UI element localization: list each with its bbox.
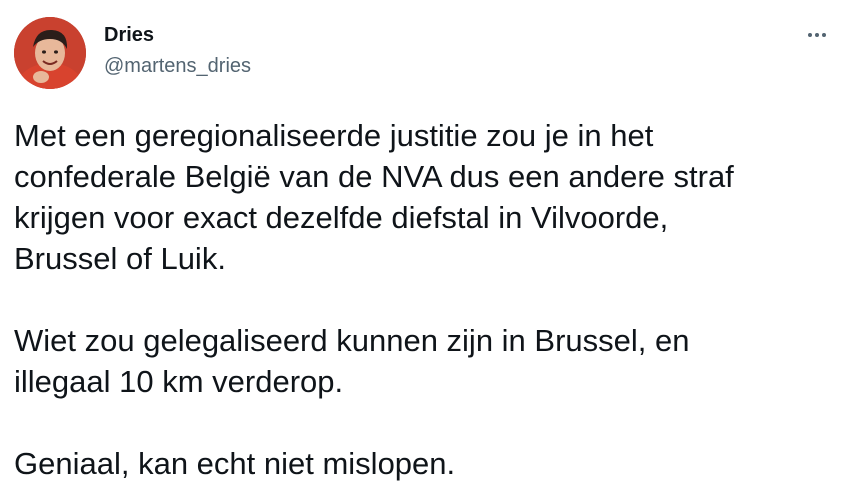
dot	[822, 33, 826, 37]
avatar[interactable]	[14, 17, 86, 89]
tweet-paragraph: Met een geregionaliseerde justitie zou j…	[14, 118, 734, 276]
tweet: Dries @martens_dries Met een geregionali…	[0, 0, 841, 501]
tweet-paragraph: Geniaal, kan echt niet mislopen.	[14, 446, 456, 481]
tweet-paragraph: Wiet zou gelegaliseerd kunnen zijn in Br…	[14, 323, 690, 399]
dot	[808, 33, 812, 37]
dot	[815, 33, 819, 37]
tweet-text: Met een geregionaliseerde justitie zou j…	[14, 115, 834, 484]
profile-photo-icon	[14, 17, 86, 89]
author-handle[interactable]: @martens_dries	[104, 55, 251, 78]
more-options-icon[interactable]	[800, 22, 834, 48]
author-name[interactable]: Dries	[104, 24, 154, 47]
